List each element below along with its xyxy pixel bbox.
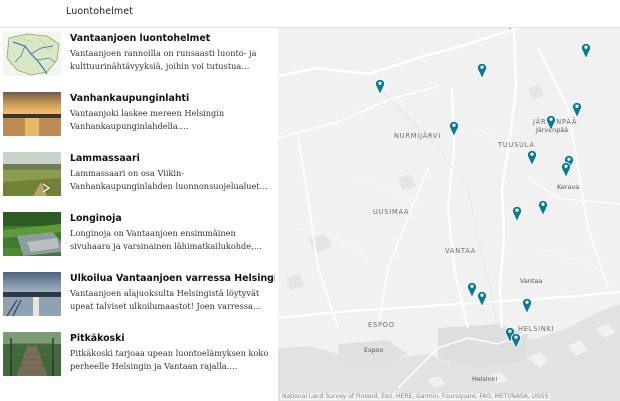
map-pin-icon[interactable] — [538, 199, 548, 216]
map-pin-icon[interactable] — [467, 281, 477, 298]
thumbnail-overview-map — [3, 32, 61, 76]
basemap — [278, 28, 620, 401]
region-label-helsinki: HELSINKI — [518, 325, 555, 333]
city-label-kerava: Kerava — [557, 183, 580, 191]
card-title: Lammassaari — [70, 153, 140, 164]
map-pin-icon[interactable] — [527, 149, 537, 166]
map-pin-icon[interactable] — [561, 161, 571, 178]
thumbnail-reed-meadow — [3, 152, 61, 196]
card-description: Vantaanjoki laskee mereen Helsingin Vanh… — [70, 108, 225, 131]
card-title: Ulkoilua Vantaanjoen varressa Helsingiss… — [70, 273, 275, 284]
card-description: Vantaanjoen rannoilla on runsaasti luont… — [70, 48, 257, 71]
map-pin-icon[interactable] — [572, 101, 582, 118]
region-label-espoo: ESPOO — [368, 321, 395, 329]
map-pin-icon[interactable] — [375, 78, 385, 95]
list-item-vantaanjoen-luontohelmet[interactable]: Vantaanjoen luontohelmet Vantaanjoen ran… — [0, 28, 278, 88]
map-pin-icon[interactable] — [546, 114, 556, 131]
list-item-lammassaari[interactable]: Lammassaari Lammassaari on osa Viikin-Va… — [0, 148, 278, 208]
map-pin-icon[interactable] — [511, 332, 521, 349]
list-item-vanhankaupunginlahti[interactable]: Vanhankaupunginlahti Vantaanjoki laskee … — [0, 88, 278, 148]
map-attribution: National Land Survey of Finland, Esri, H… — [280, 393, 551, 400]
card-title: Pitkäkoski — [70, 333, 125, 344]
story-list[interactable]: Vantaanjoen luontohelmet Vantaanjoen ran… — [0, 28, 278, 401]
map-pin-icon[interactable] — [449, 120, 459, 137]
card-title: Vantaanjoen luontohelmet — [70, 33, 211, 44]
map-pin-icon[interactable] — [512, 205, 522, 222]
city-label-helsinki: Helsinki — [472, 375, 498, 383]
region-label-tuusula: TUUSULA — [498, 141, 535, 149]
card-description: Lammassaari on osa Viikin-Vanhankaupungi… — [70, 168, 268, 191]
map-pin-icon[interactable] — [477, 290, 487, 307]
card-description: Vantaanjoen alajuoksulta Helsingistä löy… — [70, 288, 260, 311]
map-pin-icon[interactable] — [581, 42, 591, 59]
map-pin-icon[interactable] — [505, 28, 515, 31]
card-description: Longinoja on Vantaanjoen ensimmäinen siv… — [70, 228, 254, 251]
card-title: Longinoja — [70, 213, 122, 224]
city-label-vantaa: Vantaa — [520, 277, 543, 285]
list-item-ulkoilua-vantaanjoen-varressa[interactable]: Ulkoilua Vantaanjoen varressa Helsingiss… — [0, 268, 278, 328]
thumbnail-winter-river — [3, 272, 61, 316]
app-title: Luontohelmet — [66, 6, 134, 17]
card-description: Pitkäkoski tarjoaa upean luontoelämyksen… — [70, 348, 269, 371]
city-label-espoo: Espoo — [364, 346, 384, 354]
map-pin-icon[interactable] — [477, 62, 487, 79]
thumbnail-green-brook — [3, 212, 61, 256]
list-item-longinoja[interactable]: Longinoja Longinoja on Vantaanjoen ensim… — [0, 208, 278, 268]
list-item-pitkakoski[interactable]: Pitkäkoski Pitkäkoski tarjoaa upean luon… — [0, 328, 278, 388]
thumbnail-sunset-bay — [3, 92, 61, 136]
card-title: Vanhankaupunginlahti — [70, 93, 190, 104]
thumbnail-footbridge — [3, 332, 61, 376]
map-view[interactable]: NURMIJÄRVI JÄRVENPÄÄ Järvenpää TUUSULA K… — [278, 28, 620, 401]
region-label-uusimaa: UUSIMAA — [373, 208, 410, 216]
map-pin-icon[interactable] — [522, 297, 532, 314]
region-label-vantaa: VANTAA — [445, 247, 477, 255]
app-header: Luontohelmet — [0, 0, 620, 28]
region-label-nurmijarvi: NURMIJÄRVI — [394, 132, 441, 140]
